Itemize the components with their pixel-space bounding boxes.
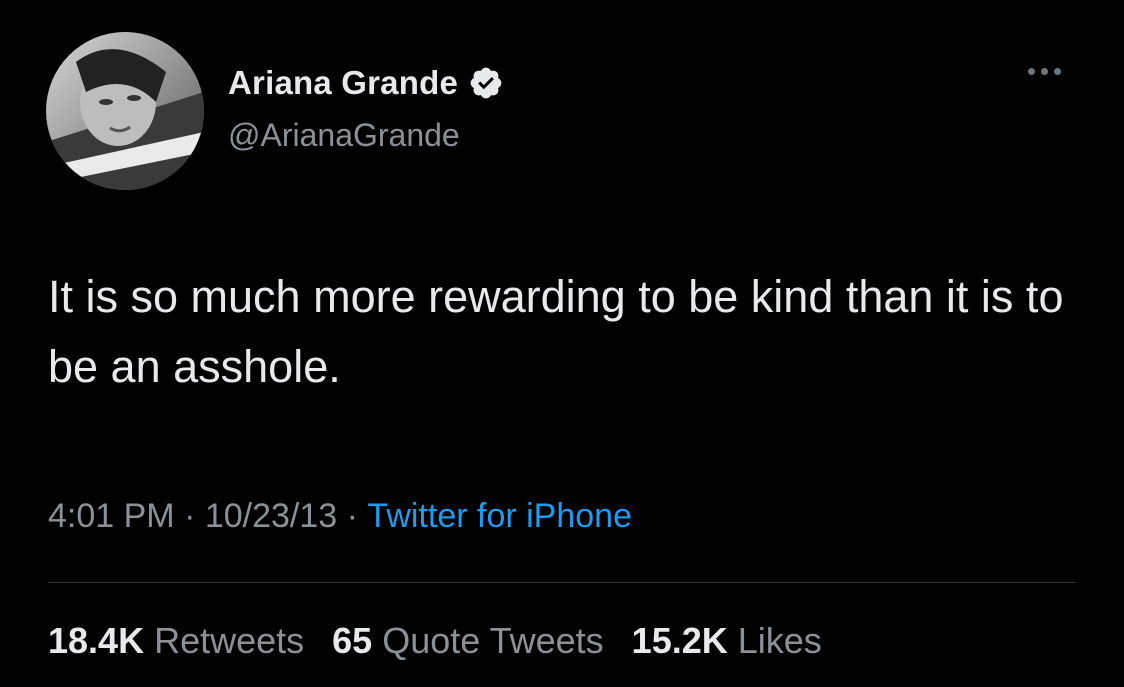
quote-tweets-stat[interactable]: 65 Quote Tweets [332,620,604,662]
stat-value: 18.4K [48,620,145,661]
more-dot [1054,68,1061,75]
more-dot [1028,68,1035,75]
author-name-row[interactable]: Ariana Grande [228,64,504,102]
author-handle[interactable]: @ArianaGrande [228,117,460,154]
tweet-time[interactable]: 4:01 PM [48,497,175,536]
author-display-name[interactable]: Ariana Grande [228,64,458,102]
stat-value: 65 [332,620,373,661]
stat-label: Quote Tweets [382,620,604,661]
tweet-stats: 18.4K Retweets 65 Quote Tweets 15.2K Lik… [48,620,822,662]
divider [48,582,1076,583]
stat-value: 15.2K [631,620,728,661]
more-dot [1041,68,1048,75]
retweets-stat[interactable]: 18.4K Retweets [48,620,304,662]
tweet-meta: 4:01 PM · 10/23/13 · Twitter for iPhone [48,497,632,536]
tweet-date[interactable]: 10/23/13 [205,497,337,536]
verified-badge-icon [468,65,504,101]
avatar[interactable] [46,32,204,190]
stat-label: Retweets [154,620,305,661]
tweet-text: It is so much more rewarding to be kind … [48,271,1064,392]
meta-separator: · [337,497,368,535]
tweet-source-link[interactable]: Twitter for iPhone [367,497,632,536]
likes-stat[interactable]: 15.2K Likes [632,620,822,662]
meta-separator: · [174,497,205,535]
more-options-icon[interactable] [1028,68,1061,75]
stat-label: Likes [737,620,822,661]
avatar-photo [46,32,204,190]
